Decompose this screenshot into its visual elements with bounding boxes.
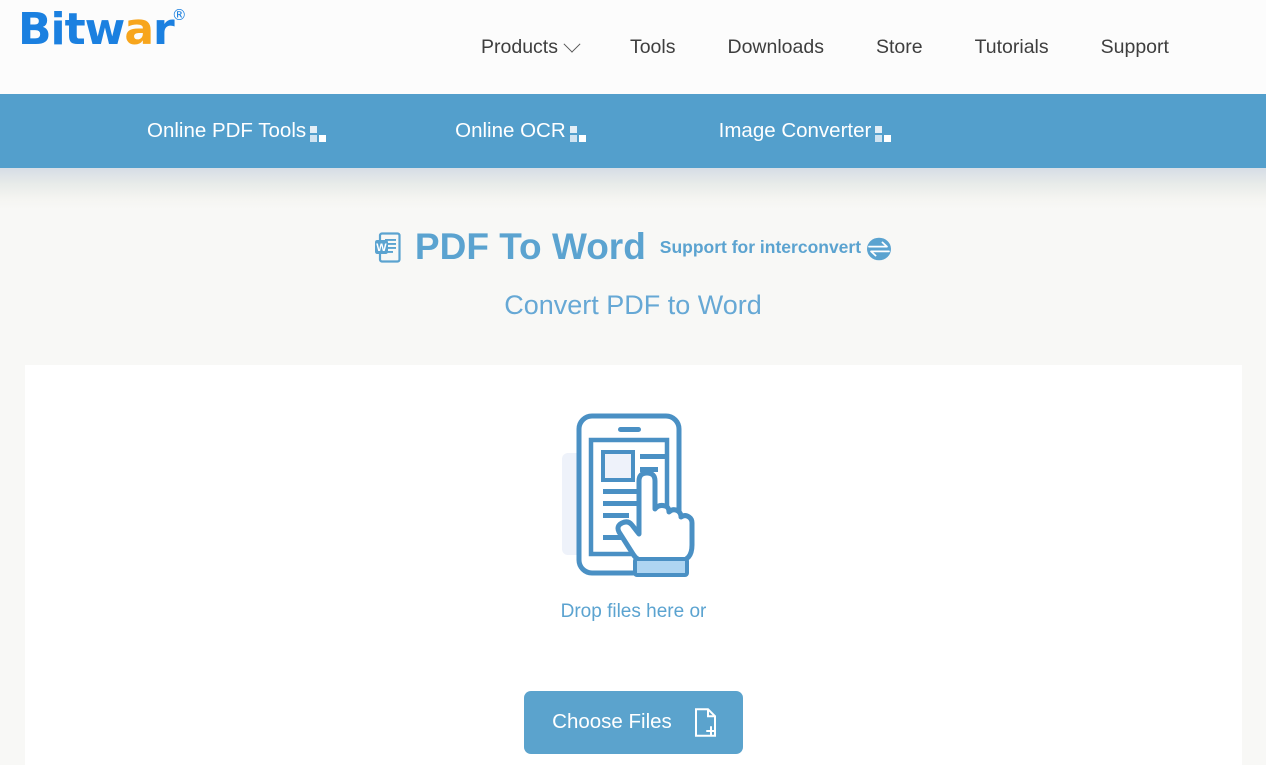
bitwar-logo[interactable]: Bitwar® xyxy=(18,8,188,52)
word-document-icon: W xyxy=(374,231,401,263)
subnav-item-online-ocr[interactable]: Online OCR xyxy=(455,119,587,143)
drop-files-label: Drop files here or xyxy=(560,601,707,622)
hero-support-text: Support for interconvert xyxy=(659,236,862,257)
subnav-item-image-converter[interactable]: Image Converter xyxy=(719,119,893,143)
nav-item-label: Downloads xyxy=(727,35,824,58)
choose-files-button[interactable]: Choose Files xyxy=(524,691,743,754)
site-header: Bitwar® Products Tools Downloads Store T… xyxy=(0,0,1266,94)
subnav-item-online-pdf-tools[interactable]: Online PDF Tools xyxy=(147,119,327,143)
nav-item-tutorials[interactable]: Tutorials xyxy=(949,30,1075,65)
chevron-down-icon xyxy=(563,35,581,53)
svg-text:W: W xyxy=(376,242,387,254)
grid-icon xyxy=(569,125,587,143)
subnav-item-label: Image Converter xyxy=(718,119,872,142)
logo-text-part2: a xyxy=(124,4,154,55)
subnav-item-label: Online PDF Tools xyxy=(147,119,307,142)
subnav-shadow-gradient xyxy=(0,168,1266,210)
nav-item-downloads[interactable]: Downloads xyxy=(701,30,849,65)
nav-item-label: Tools xyxy=(629,35,676,58)
secondary-navigation-bar: Online PDF Tools Online OCR Image Conver… xyxy=(0,94,1266,168)
nav-item-label: Store xyxy=(875,35,923,58)
choose-files-label: Choose Files xyxy=(552,710,672,734)
page-subtitle: Convert PDF to Word xyxy=(504,290,762,320)
nav-item-products[interactable]: Products xyxy=(455,30,604,65)
hero-section: W PDF To Word Support for interconvert C… xyxy=(0,210,1266,321)
subnav-item-label: Online OCR xyxy=(455,119,566,142)
page-title: PDF To Word xyxy=(414,226,646,267)
file-drop-zone[interactable]: Drop files here or Choose Files xyxy=(25,365,1242,754)
tablet-hand-tap-icon xyxy=(562,413,695,577)
grid-icon xyxy=(875,125,892,143)
logo-text-part3: r xyxy=(153,4,175,55)
main-navigation: Products Tools Downloads Store Tutorials… xyxy=(455,0,1195,94)
registered-trademark-icon: ® xyxy=(171,6,187,25)
nav-item-tools[interactable]: Tools xyxy=(604,30,702,65)
nav-item-label: Products xyxy=(481,35,558,58)
logo-text-part1: Bitw xyxy=(18,4,125,55)
nav-item-label: Support xyxy=(1100,35,1169,58)
interconvert-swap-icon[interactable] xyxy=(866,236,892,262)
nav-item-support[interactable]: Support xyxy=(1075,30,1195,65)
file-plus-icon xyxy=(694,708,716,737)
nav-item-label: Tutorials xyxy=(974,35,1049,58)
grid-icon xyxy=(310,125,327,143)
upload-card: Drop files here or Choose Files xyxy=(25,365,1242,765)
nav-item-store[interactable]: Store xyxy=(850,30,949,65)
